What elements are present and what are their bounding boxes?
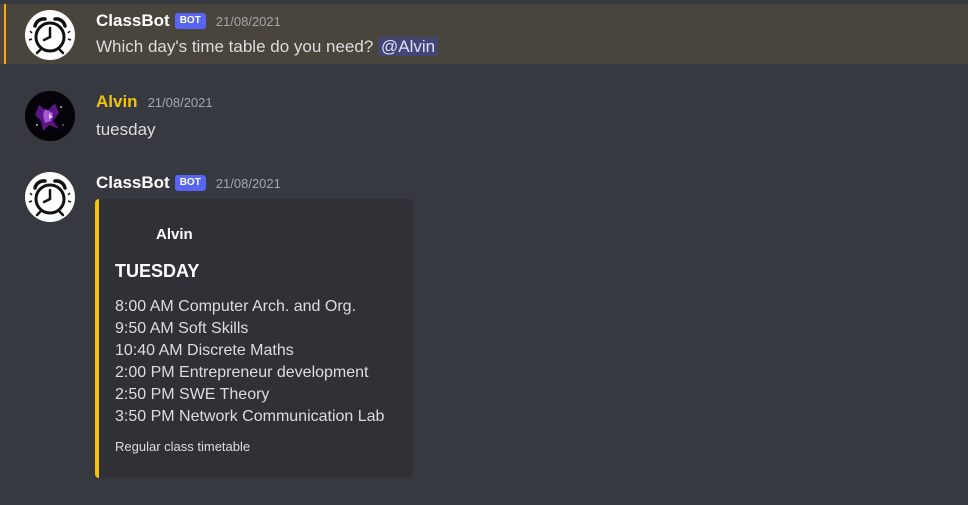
username-alvin[interactable]: Alvin (96, 92, 138, 112)
message-text: Which day's time table do you need? (96, 37, 374, 56)
embed-author[interactable]: Alvin (156, 226, 193, 243)
purple-nebula-avatar (25, 91, 75, 141)
timetable-entry: 3:50 PM Network Communication Lab (115, 408, 385, 425)
classbot-avatar[interactable] (25, 10, 75, 60)
message-timestamp[interactable]: 21/08/2021 (148, 95, 213, 110)
alarm-clock-icon (28, 179, 72, 217)
alarm-clock-icon (28, 17, 72, 55)
bot-tag: BOT (174, 13, 206, 29)
alvin-avatar[interactable] (25, 91, 75, 141)
message-text: tuesday (96, 120, 156, 139)
embed-accent-bar (95, 199, 99, 478)
timetable-entry: 8:00 AM Computer Arch. and Org. (115, 298, 357, 315)
timetable-entry: 2:00 PM Entrepreneur development (115, 364, 369, 381)
timetable-entry: 9:50 AM Soft Skills (115, 320, 249, 337)
timetable-embed: Alvin TUESDAY 8:00 AM Computer Arch. and… (95, 199, 413, 478)
classbot-avatar[interactable] (25, 172, 75, 222)
timetable-entry: 10:40 AM Discrete Maths (115, 342, 294, 359)
timetable-entry: 2:50 PM SWE Theory (115, 386, 270, 403)
message-timestamp[interactable]: 21/08/2021 (216, 14, 281, 29)
timetable-list: 8:00 AM Computer Arch. and Org. 9:50 AM … (115, 296, 384, 428)
bot-tag: BOT (174, 175, 206, 191)
message-content: Which day's time table do you need? @Alv… (96, 37, 439, 57)
user-mention[interactable]: @Alvin (378, 37, 439, 56)
embed-footer: Regular class timetable (115, 439, 251, 454)
username-classbot[interactable]: ClassBot (96, 173, 170, 193)
message-alvin: Alvin 21/08/2021 tuesday (0, 86, 968, 146)
message-classbot-prompt: ClassBot BOT 21/08/2021 Which day's time… (0, 4, 968, 64)
embed-title: TUESDAY (115, 261, 200, 281)
message-timestamp[interactable]: 21/08/2021 (216, 176, 281, 191)
username-classbot[interactable]: ClassBot (96, 11, 170, 31)
